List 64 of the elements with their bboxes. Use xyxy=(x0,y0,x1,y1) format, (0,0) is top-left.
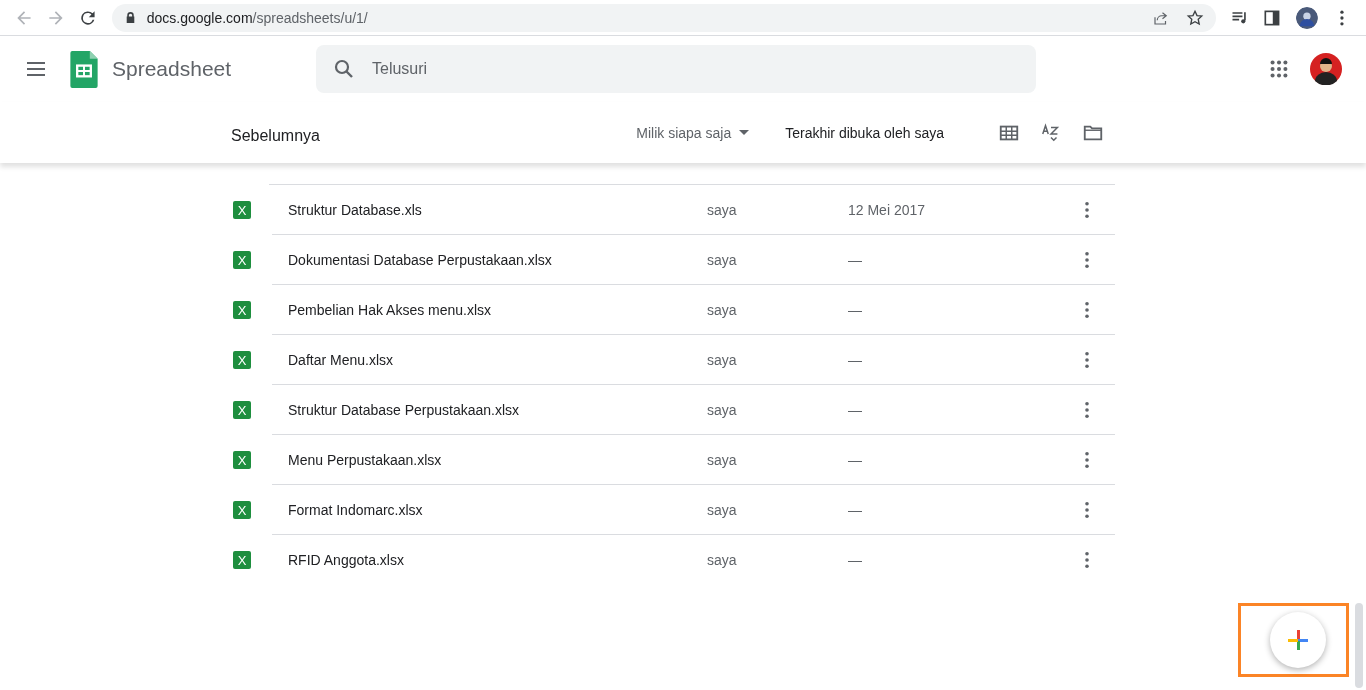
file-owner: saya xyxy=(707,451,738,468)
more-options-icon[interactable] xyxy=(1084,450,1090,469)
address-bar[interactable]: docs.google.com/spreadsheets/u/1/ xyxy=(111,3,1217,32)
file-row[interactable]: X Pembelian Hak Akses menu.xlsx saya — xyxy=(230,285,1115,335)
excel-file-icon: X xyxy=(233,251,251,269)
file-date: — xyxy=(848,501,862,518)
file-owner: saya xyxy=(707,251,738,268)
file-date: — xyxy=(848,552,862,568)
file-owner: saya xyxy=(707,552,738,568)
apps-grid-icon[interactable] xyxy=(1268,58,1290,80)
excel-file-icon: X xyxy=(233,451,251,469)
file-name: Daftar Menu.xlsx xyxy=(288,351,395,368)
more-options-icon[interactable] xyxy=(1084,300,1090,319)
more-options-icon[interactable] xyxy=(1084,551,1090,569)
file-owner: saya xyxy=(707,501,738,518)
file-date: — xyxy=(848,401,862,418)
file-name: Menu Perpustakaan.xlsx xyxy=(288,451,443,468)
file-date: — xyxy=(848,251,862,268)
file-date: — xyxy=(848,351,862,368)
spreadsheet-logo-icon[interactable] xyxy=(70,50,98,88)
file-name: Struktur Database Perpustakaan.xlsx xyxy=(288,401,521,418)
file-owner: saya xyxy=(707,351,738,368)
more-options-icon[interactable] xyxy=(1084,500,1090,519)
excel-file-icon: X xyxy=(233,201,251,219)
file-name: Format Indomarc.xlsx xyxy=(288,501,424,518)
new-spreadsheet-button[interactable] xyxy=(1270,612,1326,668)
more-options-icon[interactable] xyxy=(1084,200,1090,219)
file-row[interactable]: X Struktur Database Perpustakaan.xlsx saya — xyxy=(230,385,1115,435)
search-field[interactable]: Telusuri xyxy=(316,45,1036,93)
file-owner: saya xyxy=(707,201,738,218)
file-row[interactable]: X Struktur Database.xls saya 12 Mei 2017 xyxy=(230,185,1115,235)
file-date: 12 Mei 2017 xyxy=(848,201,926,218)
file-row[interactable]: X Menu Perpustakaan.xlsx saya — xyxy=(230,435,1115,485)
file-owner: saya xyxy=(707,301,738,318)
caret-icon xyxy=(739,130,750,135)
file-name: RFID Anggota.xlsx xyxy=(288,552,405,568)
excel-file-icon: X xyxy=(233,401,251,419)
file-name: Pembelian Hak Akses menu.xlsx xyxy=(288,301,493,318)
file-row[interactable]: X Daftar Menu.xlsx saya — xyxy=(230,335,1115,385)
excel-file-icon: X xyxy=(233,501,251,519)
excel-file-icon: X xyxy=(233,551,251,569)
file-row[interactable]: X Dokumentasi Database Perpustakaan.xlsx saya — xyxy=(230,235,1115,285)
file-row[interactable]: X RFID Anggota.xlsx saya — xyxy=(230,535,1115,585)
account-avatar[interactable] xyxy=(1310,53,1342,85)
profile-avatar[interactable] xyxy=(1296,6,1319,29)
file-row[interactable]: X Format Indomarc.xlsx saya — xyxy=(230,485,1115,535)
file-date: — xyxy=(848,301,862,318)
owner-filter-dropdown[interactable]: Milik siapa saja xyxy=(636,124,750,141)
plus-icon xyxy=(1286,628,1310,652)
excel-file-icon: X xyxy=(233,351,251,369)
file-name: Dokumentasi Database Perpustakaan.xlsx xyxy=(288,251,553,268)
url-text: docs.google.com/spreadsheets/u/1/ xyxy=(146,9,368,26)
file-name: Struktur Database.xls xyxy=(288,201,423,218)
sort-button[interactable]: Terakhir dibuka oleh saya xyxy=(785,124,944,141)
more-options-icon[interactable] xyxy=(1084,400,1090,419)
excel-file-icon: X xyxy=(233,301,251,319)
section-heading: Sebelumnya xyxy=(231,126,320,145)
more-options-icon[interactable] xyxy=(1084,250,1090,269)
file-date: — xyxy=(848,451,862,468)
star-icon[interactable] xyxy=(1186,8,1205,27)
more-options-icon[interactable] xyxy=(1084,350,1090,369)
file-owner: saya xyxy=(707,401,738,418)
scrollbar-thumb[interactable] xyxy=(1355,603,1363,688)
app-title: Spreadsheet xyxy=(112,57,233,81)
